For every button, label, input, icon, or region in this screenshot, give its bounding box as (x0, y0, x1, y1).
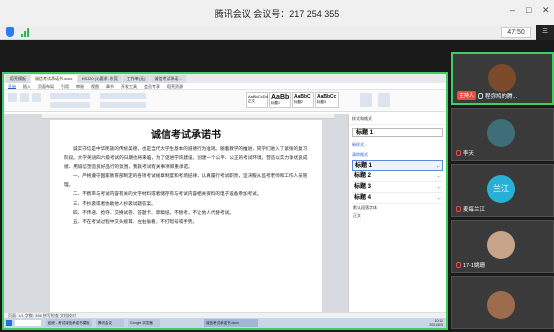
copy-icon[interactable] (32, 93, 41, 102)
document-page[interactable]: 诚信考试承诺书 诚实守信是中华民族的传统美德，也是当代大学生基本的道德行为准则。… (50, 120, 322, 312)
doc-paragraph: 五、不在考试过程中交头接耳、左右偷看，不打暗号或手势。 (73, 219, 198, 225)
style-heading1[interactable]: AaBb 标题1 (269, 92, 291, 108)
alignment-buttons[interactable] (100, 102, 146, 108)
participant-tile[interactable]: 主持人 程弥鸠的腾... (451, 52, 554, 105)
paste-icon[interactable] (8, 93, 17, 102)
meeting-timer: 47:50 (501, 27, 531, 38)
wps-document-tab[interactable]: 工作单(无) (122, 75, 150, 83)
host-badge: 主持人 (457, 91, 477, 100)
participant-label: 17-1姚珊 (456, 261, 485, 269)
participant-list: 主持人 程弥鸠的腾... 李天 兰江 麦每兰江 17-1姚珊 (451, 52, 554, 332)
document-workspace: 诚信考试承诺书 诚实守信是中华民族的传统美德，也是当代大学生基本的道德行为准则。… (4, 114, 348, 312)
participant-tile[interactable]: 李天 (451, 108, 554, 161)
doc-paragraph: 一、严格遵守国家教育部制定的各项考试规章制度和考场纪律，认真履行考试职责，坚决服… (64, 174, 308, 189)
meeting-info-bar (0, 25, 554, 40)
style-item-normal[interactable]: 正文 (349, 212, 446, 220)
wps-document-tab[interactable]: 诚信考试承诺书.docx (31, 75, 77, 83)
mic-icon (478, 92, 484, 99)
avatar (487, 291, 515, 319)
style-item-default-font[interactable]: 默认段落字体 (349, 204, 446, 212)
wps-menu-item[interactable]: 引用 (61, 83, 69, 89)
taskbar-clock: 10:11 2021/6/3 (429, 319, 443, 327)
style-item-heading1[interactable]: 标题 1 ↵ (352, 160, 443, 171)
style-heading2[interactable]: AaBbC 标题2 (292, 92, 314, 108)
windows-taskbar: 稻壳 - 考试诚信承诺书模板 腾讯会议 Google 浏览器 诚信考试承诺书.d… (4, 318, 446, 328)
windows-start-icon[interactable] (6, 320, 12, 326)
wps-ribbon: AaBbCcDd 正文 AaBb 标题1 AaBbC 标题2 AaBbCc 标题3 (4, 90, 446, 112)
style-heading3[interactable]: AaBbCc 标题3 (315, 92, 339, 108)
wps-document-tab[interactable]: 诚信考试承诺... (150, 75, 186, 83)
cut-icon[interactable] (20, 93, 29, 102)
wps-menu-item[interactable]: 章节 (106, 83, 114, 89)
wps-menu-item[interactable]: 视图 (91, 83, 99, 89)
wps-document-tab[interactable]: 稻壳模板 (6, 75, 30, 83)
taskbar-item[interactable]: 腾讯会议 (96, 319, 124, 327)
style-item-heading4[interactable]: 标题 4 ↵ (352, 193, 443, 204)
style-normal[interactable]: AaBbCcDd 正文 (246, 92, 268, 108)
doc-paragraph: 二、不携带与考试内容有关的文字材料或者储存有与考试内容相关资料的电子设备参加考试… (73, 192, 262, 198)
panel-title: 样式和格式 (349, 114, 446, 125)
tencent-meeting-window: 腾讯会议 会议号：217 254 355 – □ ✕ 47:50 三 稻壳模板诚… (0, 0, 554, 332)
wps-menu-item[interactable]: 插入 (23, 83, 31, 89)
font-format-buttons[interactable] (50, 102, 90, 108)
wps-menu-item[interactable]: 审阅 (76, 83, 84, 89)
meeting-title-bar: 腾讯会议 会议号：217 254 355 – □ ✕ (0, 0, 554, 25)
taskbar-item[interactable]: Google 浏览器 (128, 319, 160, 327)
wps-menu-item[interactable]: 开发工具 (121, 83, 137, 89)
doc-paragraph: 三、不抄袭或者协助他人抄袭试题答案。 (73, 201, 156, 207)
taskbar-item[interactable]: 稻壳 - 考试诚信承诺书模板 (46, 319, 92, 327)
participant-name: 麦每兰江 (463, 207, 486, 213)
meeting-title: 腾讯会议 会议号：217 254 355 (214, 9, 340, 19)
wps-menu-bar: 开始 插入 页面布局 引用 审阅 视图 章节 开发工具 会员专享 稻壳资源 (4, 83, 446, 90)
new-style-link[interactable]: 新样式... (349, 140, 446, 150)
select-icon[interactable] (378, 93, 390, 107)
participant-name: 17-1姚珊 (463, 263, 486, 269)
participant-label: 主持人 程弥鸠的腾... (457, 91, 517, 100)
wps-menu-item[interactable]: 稻壳资源 (167, 83, 183, 89)
network-signal-icon (21, 28, 31, 37)
mic-muted-icon (456, 206, 461, 212)
member-list-toggle[interactable]: 三 (536, 25, 554, 40)
style-item-heading3[interactable]: 标题 3 ↵ (352, 182, 443, 193)
style-item-heading2[interactable]: 标题 2 ↵ (352, 171, 443, 182)
shared-screen: 稻壳模板 诚信考试承诺书.docx HSJ20 (1)要求..东莞 工作单(无) 诚信考… (2, 72, 448, 330)
taskbar-search[interactable] (15, 320, 41, 326)
security-shield-icon[interactable] (6, 27, 14, 37)
avatar (488, 64, 516, 92)
avatar: 兰江 (487, 175, 515, 203)
doc-paragraph: 诚实守信是中华民族的传统美德，也是当代大学生基本的道德行为准则。随着教学的推进，… (64, 147, 308, 171)
find-replace-icon[interactable] (360, 93, 372, 107)
paragraph-buttons[interactable] (100, 93, 146, 99)
taskbar-item[interactable]: 诚信考试承诺书.docx (204, 319, 258, 327)
maximize-icon[interactable]: □ (526, 5, 531, 15)
participant-tile[interactable] (451, 276, 554, 329)
participant-tile[interactable]: 17-1姚珊 (451, 220, 554, 273)
minimize-icon[interactable]: – (510, 5, 515, 15)
wps-document-tab[interactable]: HSJ20 (1)要求..东莞 (77, 75, 122, 83)
avatar (487, 119, 515, 147)
participant-name: 李天 (463, 151, 475, 157)
wps-menu-item[interactable]: 页面布局 (38, 83, 54, 89)
document-title: 诚信考试承诺书 (151, 130, 221, 141)
participant-label: 李天 (456, 149, 474, 157)
font-name-select[interactable] (50, 93, 90, 99)
clear-format-link[interactable]: 清除格式 (349, 150, 446, 160)
participant-name: 程弥鸠的腾... (485, 93, 518, 100)
ruler (42, 114, 334, 119)
participant-label: 麦每兰江 (456, 205, 485, 213)
wps-menu-item[interactable]: 开始 (8, 83, 16, 89)
mic-muted-icon (456, 262, 461, 268)
participant-tile[interactable]: 兰江 麦每兰江 (451, 164, 554, 217)
mic-muted-icon (456, 150, 461, 156)
styles-panel: 样式和格式 标题 1 新样式... 清除格式 标题 1 ↵ 标题 2 ↵ 标题 3 ↵… (348, 114, 446, 312)
avatar (487, 231, 515, 259)
current-style-select[interactable]: 标题 1 (352, 128, 443, 137)
close-icon[interactable]: ✕ (542, 5, 550, 16)
wps-tab-bar: 稻壳模板 诚信考试承诺书.docx HSJ20 (1)要求..东莞 工作单(无) 诚信考… (4, 74, 446, 83)
doc-paragraph: 四、不传递、抢夺、交换试卷、答题卡、草稿纸，不替考，不让他人代替考试。 (73, 210, 234, 216)
wps-menu-item[interactable]: 会员专享 (144, 83, 160, 89)
